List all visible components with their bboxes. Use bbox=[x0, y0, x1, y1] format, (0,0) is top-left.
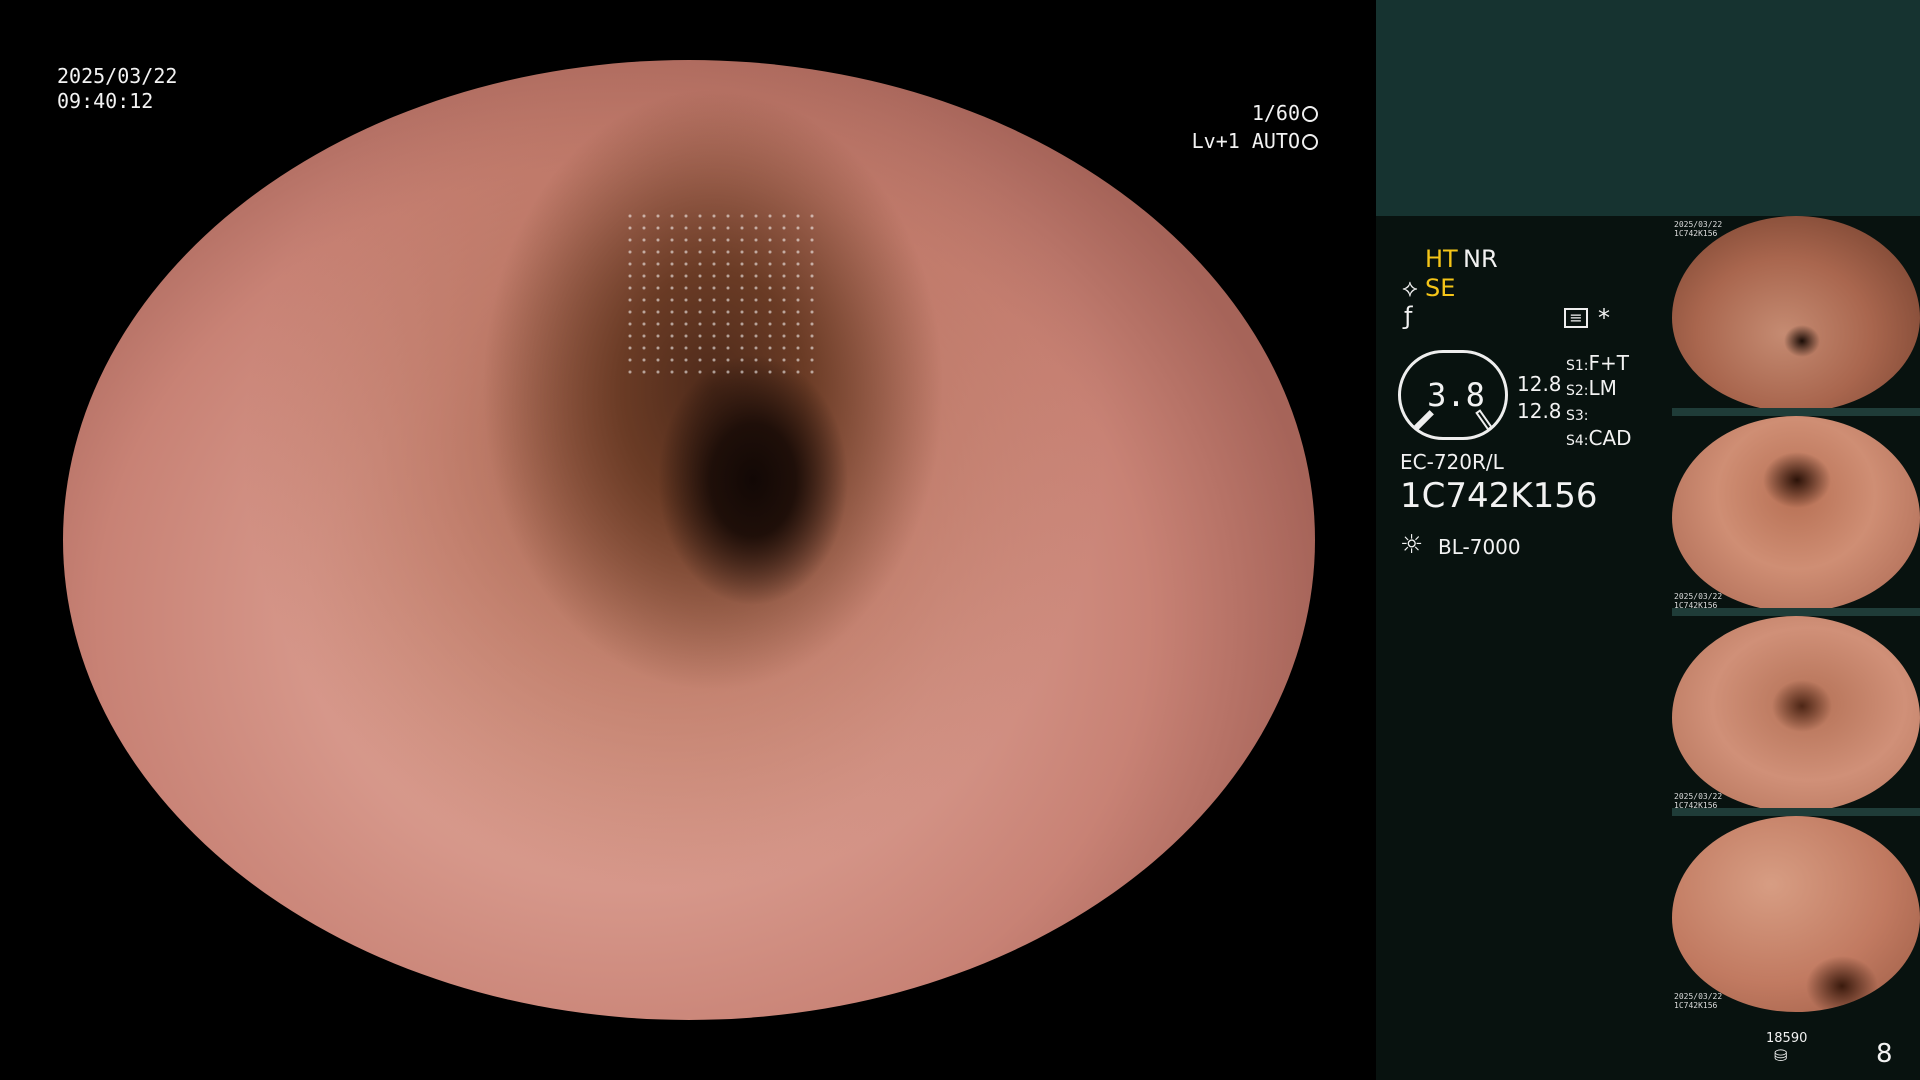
enhance-icon: ƒ bbox=[1404, 302, 1413, 330]
thumbnail-2-id: 1C742K156 bbox=[1674, 601, 1718, 610]
thumbnail-4[interactable] bbox=[1672, 816, 1920, 1012]
storage-count: 18590 bbox=[1766, 1031, 1808, 1046]
thumbnail-1-image bbox=[1672, 216, 1920, 412]
thumbnail-4-image bbox=[1672, 816, 1920, 1012]
preset-s2-slot: S2: bbox=[1566, 383, 1589, 399]
gauge-value: 3.8 bbox=[1427, 376, 1485, 414]
page-number: 8 bbox=[1876, 1039, 1893, 1069]
thumbnail-2-date: 2025/03/22 bbox=[1674, 592, 1723, 601]
date-readout: 2025/03/22 bbox=[57, 64, 178, 88]
shutter-icon bbox=[1302, 106, 1318, 122]
preset-s4: S4:CAD bbox=[1566, 424, 1632, 455]
asterisk-indicator: * bbox=[1598, 304, 1610, 332]
thumbnail-3-caption: 2025/03/22 1C742K156 bbox=[1674, 792, 1722, 810]
thumbnail-2-caption: 2025/03/22 1C742K156 bbox=[1674, 592, 1722, 610]
auto-icon bbox=[1302, 134, 1318, 150]
preset-s1-slot: S1: bbox=[1566, 358, 1589, 374]
se-indicator: SE bbox=[1425, 274, 1456, 302]
thumbnail-4-caption: 2025/03/22 1C742K156 bbox=[1674, 992, 1722, 1010]
side-value-1: 12.8 bbox=[1517, 372, 1562, 396]
endoscope-view-area: 2025/03/22 09:40:12 1/60 Lv+1 AUTO bbox=[0, 0, 1376, 1080]
pump-icon: ⟡ bbox=[1402, 274, 1418, 302]
thumbnail-2[interactable] bbox=[1672, 416, 1920, 612]
thumbnail-divider bbox=[1672, 408, 1920, 416]
gauge-left-marker bbox=[1414, 410, 1434, 430]
thumbnail-1[interactable] bbox=[1672, 216, 1920, 412]
preset-s4-slot: S4: bbox=[1566, 433, 1589, 449]
time-readout: 09:40:12 bbox=[57, 89, 154, 113]
thumbnail-3-image bbox=[1672, 616, 1920, 812]
thumbnail-3[interactable] bbox=[1672, 616, 1920, 812]
ht-indicator: HT bbox=[1425, 245, 1458, 273]
side-value-2: 12.8 bbox=[1517, 399, 1562, 423]
exposure-readout: Lv+1 AUTO bbox=[1140, 129, 1318, 153]
thumbnail-3-date: 2025/03/22 bbox=[1674, 792, 1723, 801]
status-panel: HT NR ⟡ SE ƒ ≡ * 3.8 12.8 12.8 S1:F+T S2… bbox=[1376, 0, 1920, 1080]
pressure-gauge: 3.8 bbox=[1398, 350, 1508, 440]
shutter-value: 1/60 bbox=[1251, 101, 1300, 125]
settings-icon: ≡ bbox=[1564, 308, 1588, 328]
scope-model: EC-720R/L bbox=[1400, 450, 1504, 474]
preset-s4-value: CAD bbox=[1588, 426, 1632, 450]
thumbnail-2-image bbox=[1672, 416, 1920, 612]
thumbnail-1-date: 2025/03/22 bbox=[1674, 220, 1723, 229]
nr-indicator: NR bbox=[1463, 245, 1498, 273]
thumbnail-4-id: 1C742K156 bbox=[1674, 1001, 1718, 1010]
light-source: BL-7000 bbox=[1438, 535, 1521, 559]
thumbnail-3-id: 1C742K156 bbox=[1674, 801, 1718, 810]
exposure-value: Lv+1 AUTO bbox=[1191, 129, 1300, 153]
lightsource-icon: ☼ bbox=[1400, 530, 1424, 560]
panel-header-area bbox=[1376, 0, 1920, 216]
thumbnail-1-caption: 2025/03/22 1C742K156 bbox=[1674, 220, 1722, 238]
endoscope-live-image bbox=[63, 60, 1315, 1020]
preset-s1-value: F+T bbox=[1588, 351, 1629, 375]
preset-s2-value: LM bbox=[1588, 376, 1617, 400]
fluid-bubbles bbox=[623, 210, 823, 380]
shutter-readout: 1/60 bbox=[1140, 101, 1318, 125]
thumbnail-4-date: 2025/03/22 bbox=[1674, 992, 1723, 1001]
thumbnail-1-id: 1C742K156 bbox=[1674, 229, 1718, 238]
storage-icon: ⛁ bbox=[1774, 1046, 1788, 1065]
preset-s3-slot: S3: bbox=[1566, 408, 1589, 424]
scope-serial: 1C742K156 bbox=[1400, 476, 1598, 516]
